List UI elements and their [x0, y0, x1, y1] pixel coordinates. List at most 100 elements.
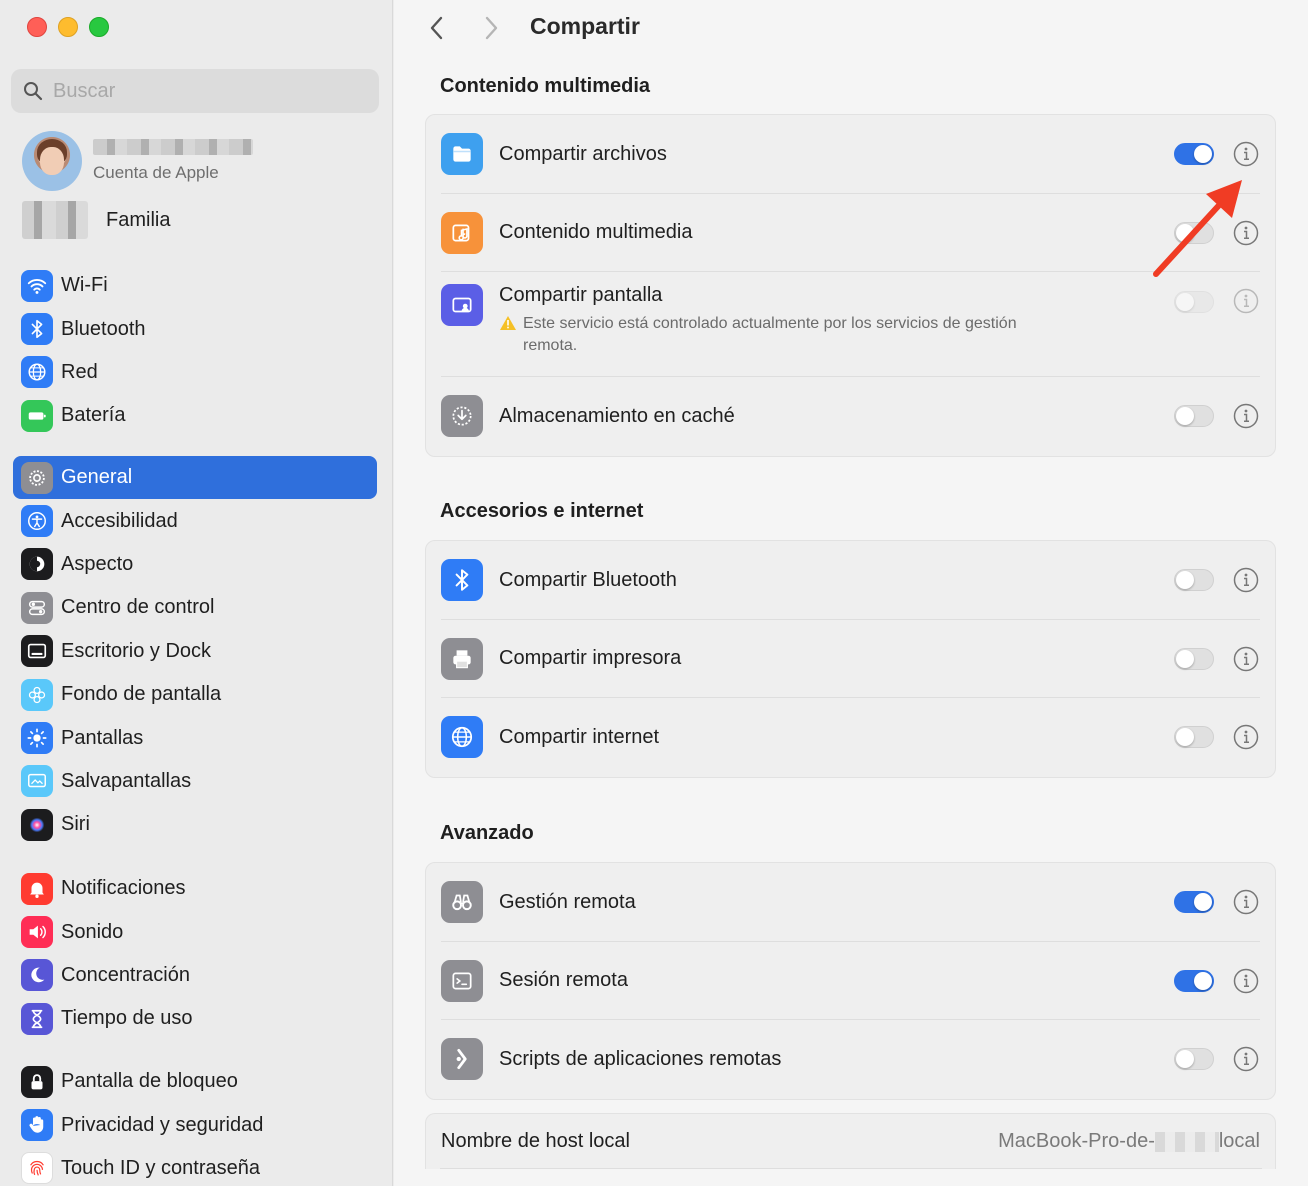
setting-toggle[interactable]: [1174, 647, 1214, 670]
zoom-button[interactable]: [89, 17, 109, 37]
info-icon[interactable]: [1233, 1046, 1259, 1072]
battery-icon-wrap: [21, 399, 53, 432]
printer-icon-tile: [441, 637, 483, 680]
hand-icon-wrap: [21, 1109, 53, 1142]
binoculars-icon-tile: [441, 881, 483, 924]
sidebar-item-batería[interactable]: Batería: [13, 394, 377, 437]
minimize-button[interactable]: [58, 17, 78, 37]
chevron-left-icon: [430, 16, 443, 40]
sidebar-item-label: Red: [61, 360, 98, 383]
folder-icon-tile: [441, 133, 483, 176]
setting-toggle[interactable]: [1174, 143, 1214, 166]
setting-toggle[interactable]: [1174, 569, 1214, 592]
sidebar-item-privacidad-y-seguridad[interactable]: Privacidad y seguridad: [13, 1103, 377, 1146]
sidebar-item-salvapantallas[interactable]: Salvapantallas: [13, 760, 377, 803]
info-icon[interactable]: [1233, 646, 1259, 672]
lock-icon-wrap: [21, 1065, 53, 1098]
info-icon[interactable]: [1233, 968, 1259, 994]
speaker-icon: [29, 925, 46, 939]
sidebar-item-centro-de-control[interactable]: Centro de control: [13, 586, 377, 629]
sidebar-item-general[interactable]: General: [13, 456, 377, 500]
wallpaper-icon: [28, 686, 46, 703]
settings-group: Gestión remota Sesión remota Scripts de ap…: [425, 862, 1276, 1100]
screen-share-icon-tile: [441, 284, 483, 326]
sidebar-item-label: Pantalla de bloqueo: [61, 1070, 238, 1093]
setting-label: Compartir internet: [499, 725, 660, 748]
brightness-icon-wrap: [21, 722, 53, 755]
setting-toggle[interactable]: [1174, 405, 1214, 428]
bluetooth-icon-tile: [441, 559, 483, 602]
warning-icon: [500, 316, 516, 330]
setting-label: Sesión remota: [499, 969, 628, 992]
gear-icon-wrap: [21, 461, 53, 494]
host-name-label: Nombre de host local: [441, 1130, 630, 1152]
forward-button[interactable]: [476, 13, 506, 43]
setting-toggle[interactable]: [1174, 726, 1214, 749]
host-name-row[interactable]: Nombre de host local MacBook-Pro-de-loca…: [425, 1113, 1276, 1169]
script-icon-tile: [441, 1038, 483, 1081]
settings-group: Compartir archivos Contenido multimedia Co…: [425, 114, 1276, 457]
sidebar-group: Notificaciones Sonido Concentración Tiempo …: [13, 867, 377, 1041]
back-button[interactable]: [422, 13, 452, 43]
info-icon[interactable]: [1233, 567, 1259, 593]
section-title: Accesorios e internet: [440, 500, 644, 522]
info-icon[interactable]: [1233, 288, 1259, 314]
media-icon: [452, 224, 470, 242]
avatar: [22, 131, 82, 191]
apple-account[interactable]: Cuenta de Apple: [22, 131, 253, 191]
sidebar-item-accesibilidad[interactable]: Accesibilidad: [13, 499, 377, 542]
sidebar-item-touch-id-y-contraseña[interactable]: Touch ID y contraseña: [13, 1147, 377, 1186]
host-name-value: MacBook-Pro-de-local: [998, 1130, 1260, 1152]
section-title: Contenido multimedia: [440, 75, 650, 97]
control-center-icon-wrap: [21, 591, 53, 624]
sidebar-item-wi-fi[interactable]: Wi-Fi: [13, 264, 377, 307]
folder-icon: [453, 146, 471, 162]
sidebar-item-red[interactable]: Red: [13, 351, 377, 394]
sidebar: Cuenta de Apple Familia Wi-Fi Bluetooth Re…: [0, 0, 393, 1186]
sidebar-item-siri[interactable]: Siri: [13, 803, 377, 846]
setting-toggle[interactable]: [1174, 891, 1214, 914]
sidebar-item-label: Concentración: [61, 963, 190, 986]
sidebar-item-tiempo-de-uso[interactable]: Tiempo de uso: [13, 997, 377, 1040]
close-button[interactable]: [27, 17, 47, 37]
setting-label: Contenido multimedia: [499, 221, 693, 244]
info-icon[interactable]: [1233, 403, 1259, 429]
sidebar-item-sonido[interactable]: Sonido: [13, 910, 377, 953]
sidebar-item-pantallas[interactable]: Pantallas: [13, 716, 377, 759]
sidebar-group: General Accesibilidad Aspecto Centro de con…: [13, 456, 377, 847]
dock-icon: [27, 644, 47, 659]
info-icon[interactable]: [1233, 889, 1259, 915]
setting-toggle[interactable]: [1174, 291, 1214, 313]
media-icon-tile: [441, 211, 483, 254]
setting-label: Compartir pantalla: [499, 284, 663, 306]
setting-label: Gestión remota: [499, 890, 636, 913]
cache-icon: [452, 406, 472, 426]
chevron-right-icon: [485, 16, 498, 40]
gear-icon: [29, 469, 45, 486]
info-icon[interactable]: [1233, 141, 1259, 167]
search-input[interactable]: [53, 79, 353, 103]
sidebar-item-escritorio-y-dock[interactable]: Escritorio y Dock: [13, 630, 377, 673]
sidebar-item-label: Centro de control: [61, 596, 215, 619]
sidebar-item-label: Notificaciones: [61, 877, 186, 900]
search-field[interactable]: [11, 69, 379, 113]
bluetooth-icon: [31, 320, 43, 339]
sidebar-item-pantalla-de-bloqueo[interactable]: Pantalla de bloqueo: [13, 1060, 377, 1103]
setting-toggle[interactable]: [1174, 969, 1214, 992]
lock-icon: [31, 1073, 43, 1090]
sidebar-item-aspecto[interactable]: Aspecto: [13, 543, 377, 586]
moon-icon: [31, 968, 45, 983]
sidebar-item-concentración[interactable]: Concentración: [13, 954, 377, 997]
sidebar-item-fondo-de-pantalla[interactable]: Fondo de pantalla: [13, 673, 377, 716]
sidebar-item-label: Touch ID y contraseña: [61, 1156, 260, 1179]
setting-toggle[interactable]: [1174, 1048, 1214, 1071]
family-item[interactable]: Familia: [22, 201, 170, 239]
appearance-icon: [29, 557, 45, 572]
sidebar-item-bluetooth[interactable]: Bluetooth: [13, 307, 377, 350]
setting-row: Compartir Bluetooth: [426, 541, 1275, 620]
speaker-icon-wrap: [21, 916, 53, 949]
sidebar-item-notificaciones[interactable]: Notificaciones: [13, 867, 377, 910]
appearance-icon-wrap: [21, 548, 53, 581]
info-icon[interactable]: [1233, 724, 1259, 750]
printer-icon: [453, 650, 471, 668]
